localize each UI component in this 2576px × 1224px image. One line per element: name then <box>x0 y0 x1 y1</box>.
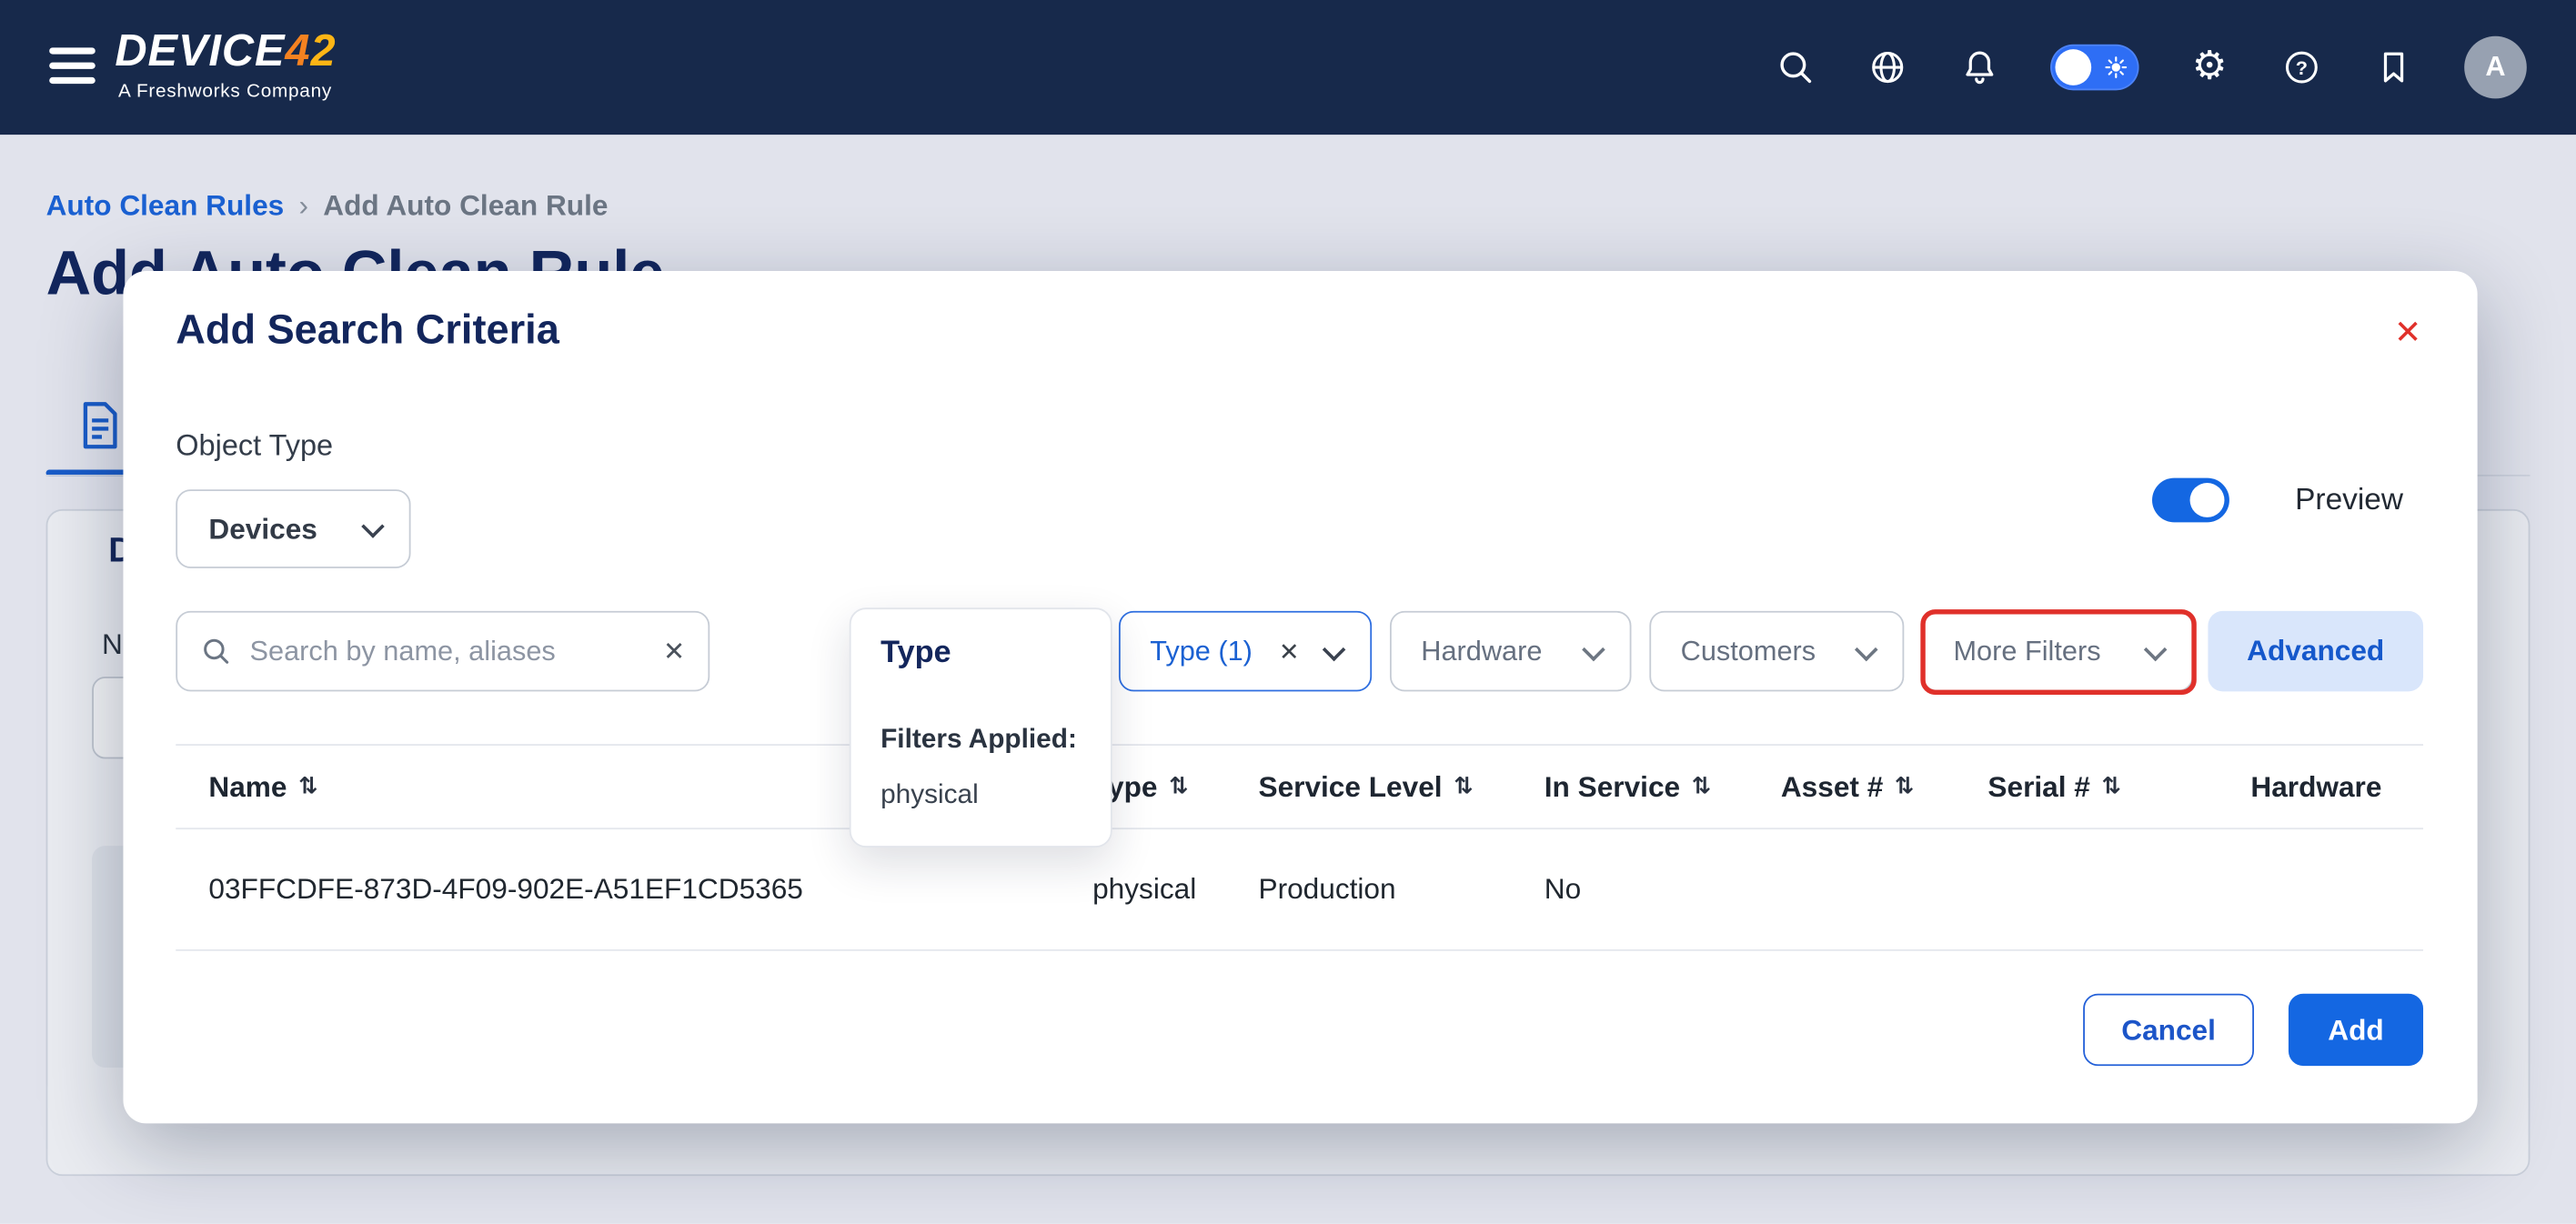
cell-in-service: No <box>1545 872 1781 907</box>
cell-name: 03FFCDFE-873D-4F09-902E-A51EF1CD5365 <box>176 872 1092 907</box>
table-row[interactable]: 03FFCDFE-873D-4F09-902E-A51EF1CD5365 phy… <box>176 829 2423 951</box>
popover-applied-value: physical <box>880 780 979 811</box>
clear-search-icon[interactable]: ✕ <box>663 635 685 667</box>
chevron-down-icon <box>1323 637 1346 661</box>
preview-label: Preview <box>2295 481 2403 517</box>
sort-icon: ⇅ <box>1169 774 1188 800</box>
column-header-asset[interactable]: Asset # ⇅ <box>1781 769 1988 804</box>
column-header-in-service[interactable]: In Service ⇅ <box>1545 769 1781 804</box>
search-field: ✕ <box>176 611 709 691</box>
top-nav-bar: DEVICE42 A Freshworks Company ⚙ ? <box>0 0 2576 135</box>
column-header-service-level[interactable]: Service Level ⇅ <box>1258 769 1544 804</box>
type-filter-label: Type (1) <box>1150 635 1253 667</box>
brand-tagline: A Freshworks Company <box>118 82 332 102</box>
chevron-down-icon <box>1582 637 1605 661</box>
svg-text:?: ? <box>2296 56 2308 79</box>
chevron-down-icon <box>361 515 385 538</box>
brand-four: 4 <box>285 26 310 75</box>
sun-icon <box>2105 55 2128 78</box>
sort-icon: ⇅ <box>1895 774 1914 800</box>
customers-filter-dropdown[interactable]: Customers <box>1649 611 1904 691</box>
theme-toggle[interactable] <box>2050 45 2139 91</box>
add-button[interactable]: Add <box>2289 994 2423 1066</box>
cancel-button[interactable]: Cancel <box>2083 994 2254 1066</box>
hardware-filter-dropdown[interactable]: Hardware <box>1390 611 1631 691</box>
header-actions: ⚙ ? A <box>1775 0 2527 135</box>
object-type-select[interactable]: Devices <box>176 489 410 568</box>
hardware-filter-label: Hardware <box>1421 635 1542 667</box>
brand-logo[interactable]: DEVICE42 <box>115 26 336 77</box>
add-search-criteria-modal: Add Search Criteria ✕ Object Type Device… <box>123 271 2477 1123</box>
brand-two: 2 <box>310 26 336 75</box>
cell-service-level: Production <box>1258 872 1544 907</box>
globe-icon[interactable] <box>1867 46 1909 89</box>
chevron-down-icon <box>2144 637 2168 661</box>
column-label: In Service <box>1545 769 1680 804</box>
sort-icon: ⇅ <box>1454 774 1473 800</box>
search-input[interactable] <box>250 635 646 667</box>
column-label: Hardware <box>2250 769 2381 804</box>
notifications-bell-icon[interactable] <box>1958 46 2001 89</box>
settings-gear-icon[interactable]: ⚙ <box>2189 46 2231 89</box>
chevron-down-icon <box>1855 637 1878 661</box>
column-label: Service Level <box>1258 769 1442 804</box>
screen: DEVICE42 A Freshworks Company ⚙ ? <box>0 0 2576 1224</box>
column-header-type[interactable]: Type⇅ <box>1092 769 1258 804</box>
type-filter-chip[interactable]: Type (1) ✕ <box>1119 611 1372 691</box>
cell-type: physical <box>1092 872 1258 907</box>
close-icon[interactable]: ✕ <box>2394 317 2421 350</box>
column-label: Asset # <box>1781 769 1883 804</box>
preview-toggle[interactable] <box>2152 478 2229 523</box>
type-filter-popover: Type Filters Applied: physical <box>850 607 1112 848</box>
toggle-knob-icon <box>2055 49 2091 85</box>
remove-filter-icon[interactable]: ✕ <box>1279 637 1300 667</box>
sort-icon: ⇅ <box>2102 774 2121 800</box>
sort-icon: ⇅ <box>298 774 317 800</box>
avatar[interactable]: A <box>2464 36 2527 99</box>
sort-icon: ⇅ <box>1692 774 1711 800</box>
column-label: Serial # <box>1987 769 2089 804</box>
object-type-label: Object Type <box>176 428 333 463</box>
column-header-serial[interactable]: Serial # ⇅ <box>1987 769 2250 804</box>
column-header-hardware[interactable]: Hardware <box>2250 769 2423 804</box>
more-filters-label: More Filters <box>1953 635 2100 667</box>
column-label: Name <box>208 769 287 804</box>
search-icon <box>200 636 231 667</box>
table-header-row: Name ⇅ Type⇅ Service Level ⇅ In Service ⇅ A… <box>176 744 2423 829</box>
toggle-knob-icon <box>2190 483 2225 517</box>
bookmark-icon[interactable] <box>2372 46 2415 89</box>
more-filters-dropdown[interactable]: More Filters <box>1922 611 2193 691</box>
object-type-value: Devices <box>208 512 317 547</box>
customers-filter-label: Customers <box>1681 635 1816 667</box>
hamburger-menu-icon[interactable] <box>49 47 96 92</box>
modal-title: Add Search Criteria <box>176 307 559 355</box>
advanced-button[interactable]: Advanced <box>2208 611 2423 691</box>
brand-device: DEVICE <box>115 26 285 75</box>
search-icon[interactable] <box>1775 46 1817 89</box>
popover-applied-label: Filters Applied: <box>880 724 1077 755</box>
results-table: Name ⇅ Type⇅ Service Level ⇅ In Service ⇅ A… <box>176 744 2423 951</box>
popover-title: Type <box>880 636 951 672</box>
help-icon[interactable]: ? <box>2280 46 2323 89</box>
